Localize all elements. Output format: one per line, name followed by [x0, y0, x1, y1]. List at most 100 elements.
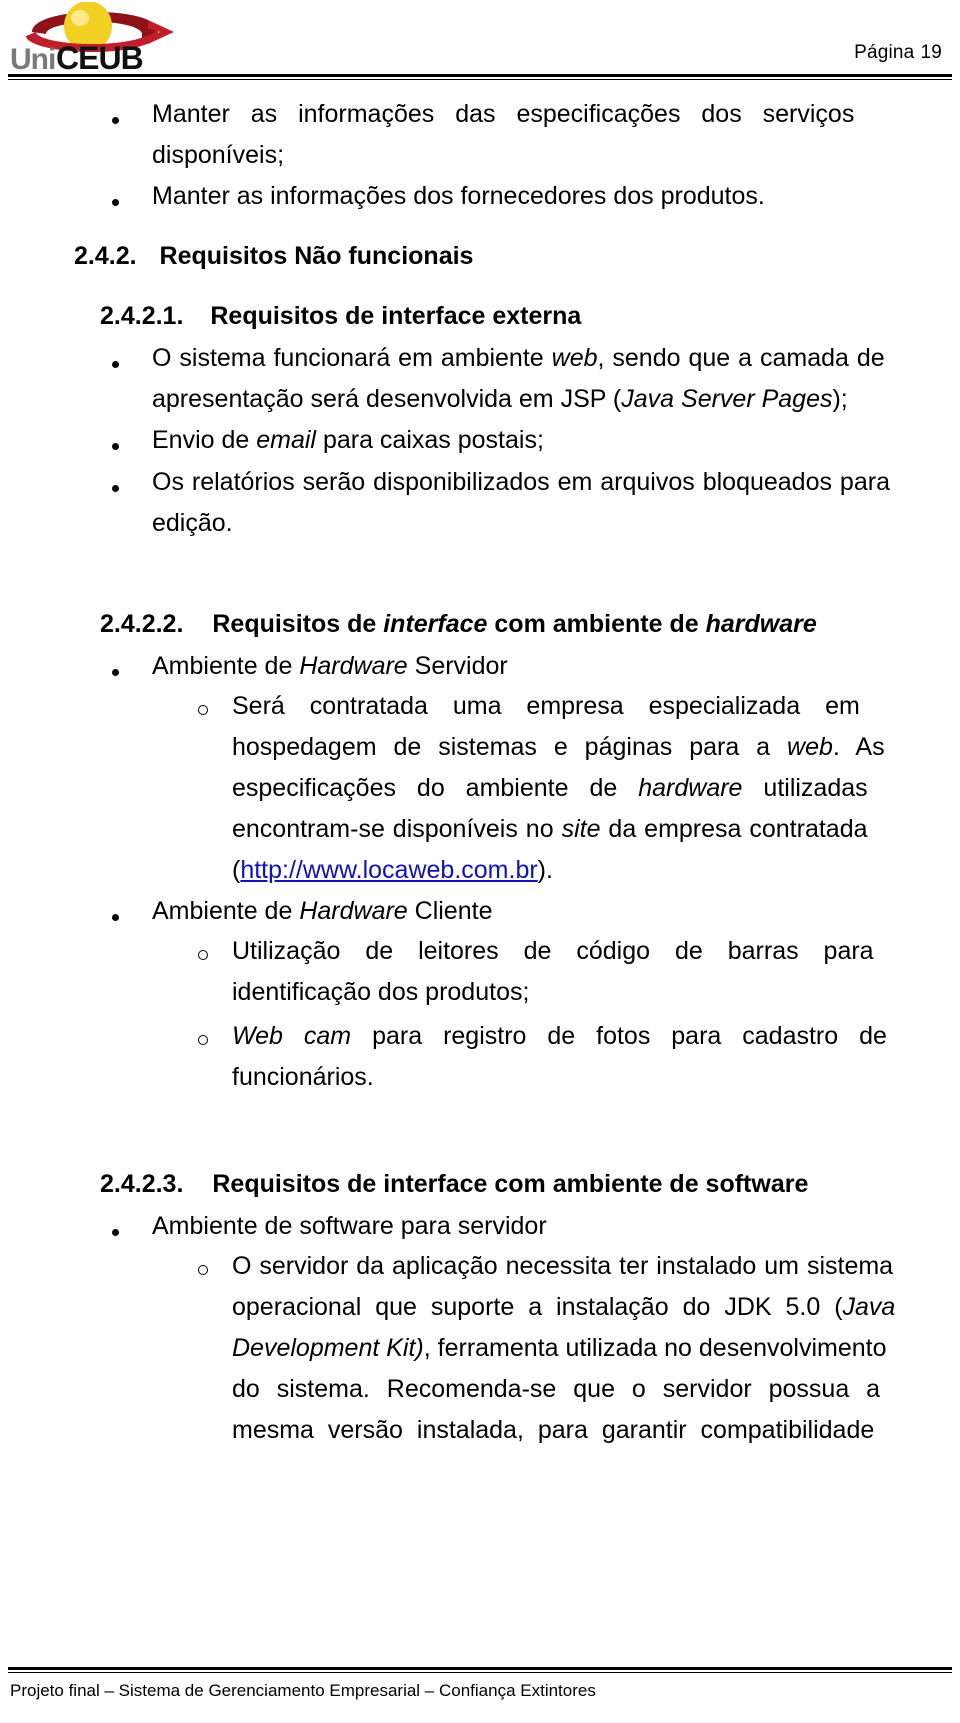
text-seg-italic: Java Server Pages [621, 385, 833, 413]
list-item-line: apresentação será desenvolvida em JSP (J… [152, 379, 848, 420]
heading-title-italic: interface [383, 610, 488, 638]
heading-number: 2.4.2. [74, 242, 137, 270]
heading-title-seg: Requisitos de [212, 610, 384, 638]
text-seg: Ambiente de [152, 897, 300, 925]
bullet-dot-icon [112, 484, 119, 492]
bullet-marker [112, 102, 119, 143]
text-seg: Cliente [407, 897, 493, 925]
text-seg: , ferramenta utilizada no desenvolviment… [423, 1334, 887, 1362]
text-seg: Servidor [407, 652, 508, 680]
footer-divider [8, 1667, 952, 1673]
text-seg: encontram-se disponíveis no [232, 815, 562, 843]
heading-2-4-2: 2.4.2. Requisitos Não funcionais [74, 236, 473, 277]
bullet-dot-icon [112, 116, 119, 124]
text-seg: . As [832, 733, 885, 761]
heading-title-italic: hardware [705, 610, 817, 638]
bullet-dot-icon [112, 360, 119, 368]
bullet-dot-icon [112, 198, 119, 206]
page-footer: Projeto final – Sistema de Gerenciamento… [0, 1663, 960, 1723]
text-seg-italic: Web cam [232, 1022, 352, 1050]
sub-list-item-line: identificação dos produtos; [232, 978, 530, 1006]
bullet-marker [112, 899, 119, 940]
list-item-line: Ambiente de Hardware Servidor [152, 646, 508, 687]
bullet-marker [112, 346, 119, 387]
sub-list-item-line: mesma versão instalada, para garantir co… [232, 1416, 875, 1444]
list-item-line: disponíveis; [152, 141, 285, 169]
bullet-circle-icon [198, 1265, 208, 1276]
svg-text:Uni: Uni [10, 43, 55, 72]
bullet-dot-icon [112, 1228, 119, 1236]
text-seg: O sistema funcionará em ambiente [152, 344, 552, 372]
text-seg-italic: Hardware [299, 652, 408, 680]
heading-2-4-2-3: 2.4.2.3. Requisitos de interface com amb… [100, 1164, 808, 1205]
text-seg: para registro de fotos para cadastro de [351, 1022, 887, 1050]
sub-bullet-marker [198, 937, 208, 978]
header-divider [8, 74, 952, 80]
list-item-line: edição. [152, 509, 233, 537]
list-item-line: Manter as informações das especificações… [152, 100, 855, 128]
sub-list-item-line: funcionários. [232, 1063, 374, 1091]
text-seg: apresentação será desenvolvida em JSP ( [152, 385, 622, 413]
bullet-dot-icon [112, 668, 119, 676]
bullet-marker [112, 470, 119, 511]
text-seg: , sendo que a camada de [597, 344, 885, 372]
page-indicator: Página 19 [854, 42, 942, 64]
heading-number: 2.4.2.1. [100, 302, 184, 330]
text-seg-italic: Java [842, 1293, 896, 1321]
page-label-text: Página [854, 42, 915, 63]
footer-text: Projeto final – Sistema de Gerenciamento… [10, 1681, 596, 1700]
list-item-line: O sistema funcionará em ambiente web, se… [152, 338, 885, 379]
sub-list-item-line: O servidor da aplicação necessita ter in… [232, 1252, 894, 1280]
heading-2-4-2-2: 2.4.2.2. Requisitos de interface com amb… [100, 604, 817, 645]
heading-title: Requisitos de interface externa [210, 302, 582, 330]
sub-list-item-line: Development Kit), ferramenta utilizada n… [232, 1328, 887, 1369]
sub-list-item-line: (http://www.locaweb.com.br). [232, 850, 553, 891]
bullet-marker [112, 184, 119, 225]
list-item-line: Os relatórios serão disponibilizados em … [152, 468, 890, 496]
bullet-circle-icon [198, 1035, 208, 1046]
sub-list-item-line: do sistema. Recomenda-se que o servidor … [232, 1375, 881, 1403]
heading-title: Requisitos de interface com ambiente de … [212, 1170, 809, 1198]
text-seg: da empresa contratada [600, 815, 868, 843]
list-item-line: Ambiente de Hardware Cliente [152, 891, 492, 932]
bullet-circle-icon [198, 705, 208, 716]
sub-bullet-marker [198, 1022, 208, 1063]
uniceub-logo: Uni CEUB [8, 2, 208, 72]
page-number: 19 [920, 42, 942, 63]
text-seg-italic: web [787, 733, 833, 761]
sub-list-item-line: operacional que suporte a instalação do … [232, 1287, 895, 1328]
text-seg: Ambiente de [152, 652, 300, 680]
text-seg-italic: hardware [638, 774, 743, 802]
heading-title: Requisitos Não funcionais [159, 242, 474, 270]
locaweb-link[interactable]: http://www.locaweb.com.br [240, 856, 537, 884]
text-seg: Envio de [152, 426, 257, 454]
paren-close: ). [537, 856, 553, 884]
sub-list-item-line: Utilização de leitores de código de barr… [232, 937, 874, 965]
svg-text:CEUB: CEUB [56, 40, 143, 72]
list-item-line: Ambiente de software para servidor [152, 1212, 547, 1240]
text-seg-italic: site [561, 815, 601, 843]
text-seg-italic: Development Kit) [232, 1334, 424, 1362]
text-seg-italic: web [551, 344, 598, 372]
bullet-dot-icon [112, 442, 119, 450]
text-seg: ); [832, 385, 848, 413]
sub-list-item-line: encontram-se disponíveis no site da empr… [232, 809, 868, 850]
list-item-line: Manter as informações dos fornecedores d… [152, 182, 765, 210]
list-item-line: Envio de email para caixas postais; [152, 420, 544, 461]
text-seg: utilizadas [742, 774, 868, 802]
bullet-marker [112, 654, 119, 695]
text-seg: especificações do ambiente de [232, 774, 639, 802]
heading-title-seg: com ambiente de [487, 610, 706, 638]
heading-number: 2.4.2.3. [100, 1170, 184, 1198]
sub-list-item-line: hospedagem de sistemas e páginas para a … [232, 727, 885, 768]
bullet-dot-icon [112, 913, 119, 921]
bullet-marker [112, 1214, 119, 1255]
sub-bullet-marker [198, 692, 208, 733]
sub-list-item-line: especificações do ambiente de hardware u… [232, 768, 868, 809]
text-seg: para caixas postais; [316, 426, 544, 454]
text-seg: operacional que suporte a instalação do … [232, 1293, 843, 1321]
bullet-circle-icon [198, 950, 208, 961]
bullet-marker [112, 428, 119, 469]
text-seg-italic: email [256, 426, 316, 454]
text-seg-italic: Hardware [299, 897, 408, 925]
